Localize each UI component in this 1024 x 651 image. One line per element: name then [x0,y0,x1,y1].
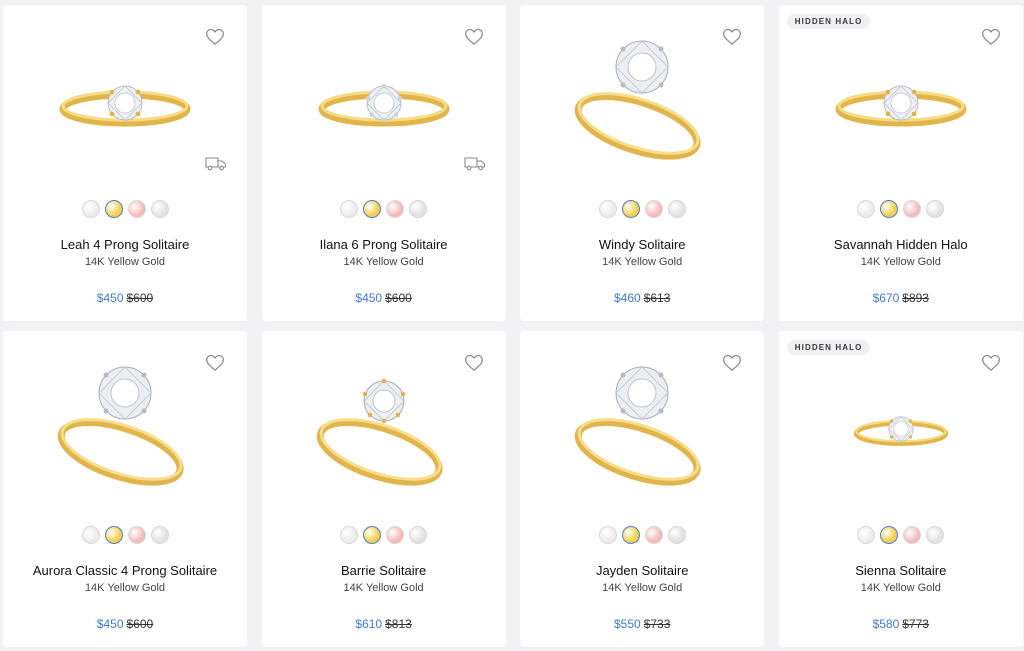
metal-swatches [779,200,1023,218]
product-name[interactable]: Windy Solitaire [520,237,764,252]
swatch-yellow-gold[interactable] [880,526,899,544]
product-metal: 14K Yellow Gold [84,256,166,268]
sale-price: $450 [96,291,124,305]
metal-swatches [3,200,247,218]
product-card[interactable]: Jayden Solitaire 14K Yellow Gold $550 $733 [520,331,765,647]
price-row: $450 $600 [262,291,506,305]
swatch-rose-gold[interactable] [127,200,146,218]
product-metal: 14K Yellow Gold [860,256,941,268]
swatch-platinum[interactable] [926,526,945,544]
swatch-white-gold[interactable] [598,526,617,544]
ring-image[interactable] [262,361,506,501]
ring-image[interactable] [779,361,1023,501]
swatch-white-gold[interactable] [81,526,100,544]
metal-swatches [262,526,506,544]
product-name[interactable]: Savannah Hidden Halo [779,237,1023,252]
swatch-white-gold[interactable] [598,200,617,218]
swatch-white-gold[interactable] [857,526,876,544]
swatch-platinum[interactable] [409,200,428,218]
product-card[interactable]: HIDDEN HALO Savannah Hidden Halo 14K Yell… [778,5,1023,321]
ring-image[interactable] [520,35,764,175]
swatch-white-gold[interactable] [340,526,359,544]
product-metal: 14K Yellow Gold [602,582,683,594]
product-name[interactable]: Barrie Solitaire [262,563,506,578]
product-grid: Leah 4 Prong Solitaire 14K Yellow Gold $4… [3,5,1023,647]
product-name[interactable]: Aurora Classic 4 Prong Solitaire [3,563,247,578]
swatch-white-gold[interactable] [340,200,359,218]
metal-swatches [520,526,764,544]
sale-price: $550 [613,617,641,631]
swatch-white-gold[interactable] [857,200,876,218]
sale-price: $670 [872,291,900,305]
swatch-rose-gold[interactable] [903,526,922,544]
swatch-platinum[interactable] [150,526,169,544]
product-card[interactable]: Ilana 6 Prong Solitaire 14K Yellow Gold $… [261,5,506,321]
swatch-rose-gold[interactable] [644,200,663,218]
product-card[interactable]: Leah 4 Prong Solitaire 14K Yellow Gold $4… [3,5,247,321]
sale-price: $580 [872,617,900,631]
swatch-platinum[interactable] [667,200,686,218]
product-metal: 14K Yellow Gold [84,582,166,594]
price-row: $670 $893 [779,291,1023,305]
original-price: $773 [902,617,929,631]
product-name[interactable]: Ilana 6 Prong Solitaire [262,237,506,252]
product-metal: 14K Yellow Gold [343,582,424,594]
original-price: $613 [643,291,671,305]
sale-price: $610 [355,617,383,631]
ring-image[interactable] [779,35,1023,175]
ring-image[interactable] [3,361,247,501]
swatch-rose-gold[interactable] [386,200,405,218]
price-row: $580 $773 [779,617,1023,631]
swatch-yellow-gold[interactable] [621,526,640,544]
metal-swatches [3,526,247,544]
price-row: $450 $600 [3,291,247,305]
swatch-yellow-gold[interactable] [363,200,382,218]
ring-image[interactable] [262,35,506,175]
product-card[interactable]: HIDDEN HALO Sienna Solitaire 14K Yellow G… [778,331,1023,647]
swatch-yellow-gold[interactable] [880,200,899,218]
ring-image[interactable] [520,361,764,501]
swatch-yellow-gold[interactable] [363,526,382,544]
original-price: $813 [385,617,412,631]
swatch-platinum[interactable] [409,526,428,544]
hidden-halo-badge: HIDDEN HALO [786,14,871,29]
original-price: $600 [126,291,154,305]
swatch-platinum[interactable] [667,526,686,544]
product-card[interactable]: Barrie Solitaire 14K Yellow Gold $610 $813 [261,331,506,647]
product-name[interactable]: Sienna Solitaire [779,563,1023,578]
metal-swatches [520,200,764,218]
product-metal: 14K Yellow Gold [343,256,424,268]
product-metal: 14K Yellow Gold [860,582,941,594]
metal-swatches [262,200,506,218]
swatch-rose-gold[interactable] [644,526,663,544]
price-row: $450 $600 [3,617,247,631]
sale-price: $460 [613,291,641,305]
product-card[interactable]: Aurora Classic 4 Prong Solitaire 14K Yell… [3,331,247,647]
original-price: $733 [643,617,671,631]
price-row: $610 $813 [262,617,506,631]
swatch-rose-gold[interactable] [386,526,405,544]
swatch-yellow-gold[interactable] [104,526,123,544]
price-row: $550 $733 [520,617,764,631]
swatch-rose-gold[interactable] [903,200,922,218]
swatch-white-gold[interactable] [81,200,100,218]
product-metal: 14K Yellow Gold [602,256,683,268]
hidden-halo-badge: HIDDEN HALO [786,340,871,355]
swatch-platinum[interactable] [926,200,945,218]
swatch-yellow-gold[interactable] [104,200,123,218]
ring-image[interactable] [3,35,247,175]
sale-price: $450 [96,617,124,631]
sale-price: $450 [355,291,383,305]
swatch-platinum[interactable] [150,200,169,218]
product-name[interactable]: Jayden Solitaire [520,563,764,578]
original-price: $600 [126,617,154,631]
original-price: $600 [385,291,412,305]
swatch-yellow-gold[interactable] [621,200,640,218]
product-name[interactable]: Leah 4 Prong Solitaire [3,237,247,252]
metal-swatches [779,526,1023,544]
product-card[interactable]: Windy Solitaire 14K Yellow Gold $460 $613 [520,5,765,321]
swatch-rose-gold[interactable] [127,526,146,544]
original-price: $893 [902,291,929,305]
price-row: $460 $613 [520,291,764,305]
